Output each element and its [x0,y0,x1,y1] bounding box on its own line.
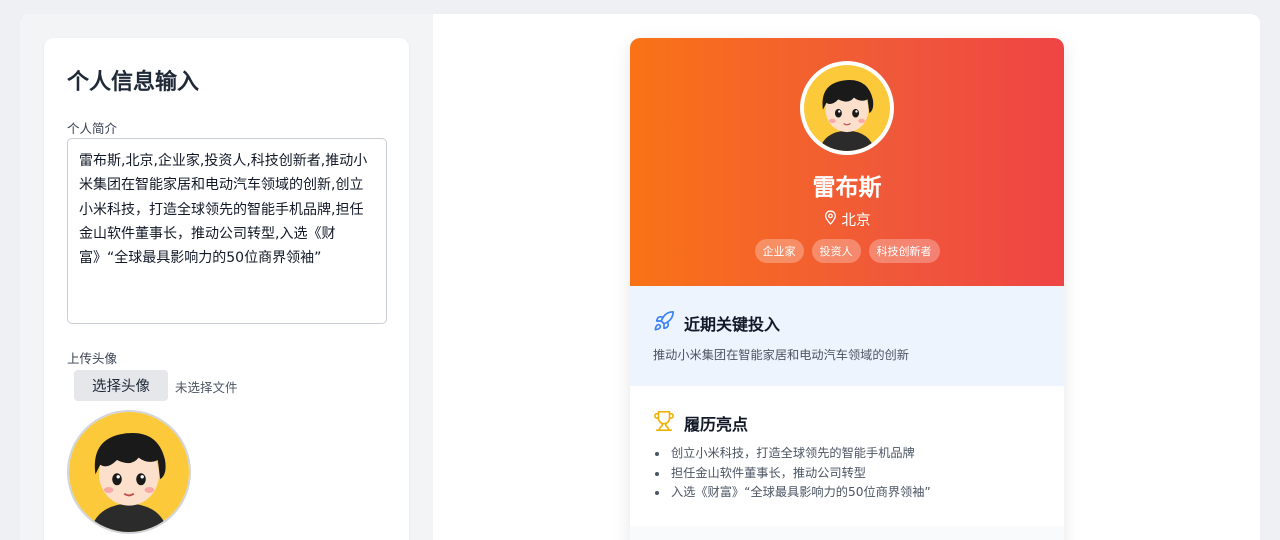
trophy-icon [653,410,675,436]
map-pin-icon [824,210,837,229]
bio-label: 个人简介 [67,121,118,136]
form-card: 个人信息输入 个人简介 雷布斯,北京,企业家,投资人,科技创新者,推动小米集团在… [44,38,409,540]
section-heading: 履历亮点 [653,410,748,436]
list-item: 入选《财富》“全球最具影响力的50位商界领袖” [653,483,931,503]
bio-textarea[interactable]: 雷布斯,北京,企业家,投资人,科技创新者,推动小米集团在智能家居和电动汽车领域的… [67,138,387,324]
input-panel: 个人信息输入 个人简介 雷布斯,北京,企业家,投资人,科技创新者,推动小米集团在… [20,14,433,540]
recent-investment-section: 近期关键投入 推动小米集团在智能家居和电动汽车领域的创新 [630,286,1064,386]
section-title: 履历亮点 [684,415,749,434]
history-highlights-section: 履历亮点 创立小米科技，打造全球领先的智能手机品牌 担任金山软件董事长，推动公司… [630,386,1064,526]
form-title: 个人信息输入 [67,70,200,95]
next-section [630,526,1064,540]
rocket-icon [653,310,675,336]
profile-name: 雷布斯 [812,175,882,201]
avatar-preview-image [67,410,191,534]
choose-avatar-button[interactable]: 选择头像 [74,370,168,401]
profile-card: 雷布斯 北京 企业家 投资人 科技创新者 近期关键投入 推动小米集团在智能家居和… [630,38,1064,540]
list-item: 担任金山软件董事长，推动公司转型 [653,464,931,484]
tag-badge: 投资人 [811,239,861,263]
section-heading: 近期关键投入 [653,310,780,336]
location-text: 北京 [841,213,871,229]
section-text: 推动小米集团在智能家居和电动汽车领域的创新 [653,348,909,362]
profile-header: 雷布斯 北京 企业家 投资人 科技创新者 [630,38,1064,286]
profile-avatar [800,61,894,155]
app-window: 个人信息输入 个人简介 雷布斯,北京,企业家,投资人,科技创新者,推动小米集团在… [20,14,1260,540]
profile-tags: 企业家 投资人 科技创新者 [630,239,1064,263]
history-list: 创立小米科技，打造全球领先的智能手机品牌 担任金山软件董事长，推动公司转型 入选… [653,444,931,503]
list-item: 创立小米科技，打造全球领先的智能手机品牌 [653,444,931,464]
tag-badge: 企业家 [754,239,804,263]
no-file-chosen-text: 未选择文件 [175,380,238,395]
tag-badge: 科技创新者 [868,239,940,263]
section-title: 近期关键投入 [684,315,781,334]
profile-location: 北京 [630,209,1064,230]
avatar-upload-label: 上传头像 [67,351,118,366]
preview-panel: 雷布斯 北京 企业家 投资人 科技创新者 近期关键投入 推动小米集团在智能家居和… [433,14,1260,540]
